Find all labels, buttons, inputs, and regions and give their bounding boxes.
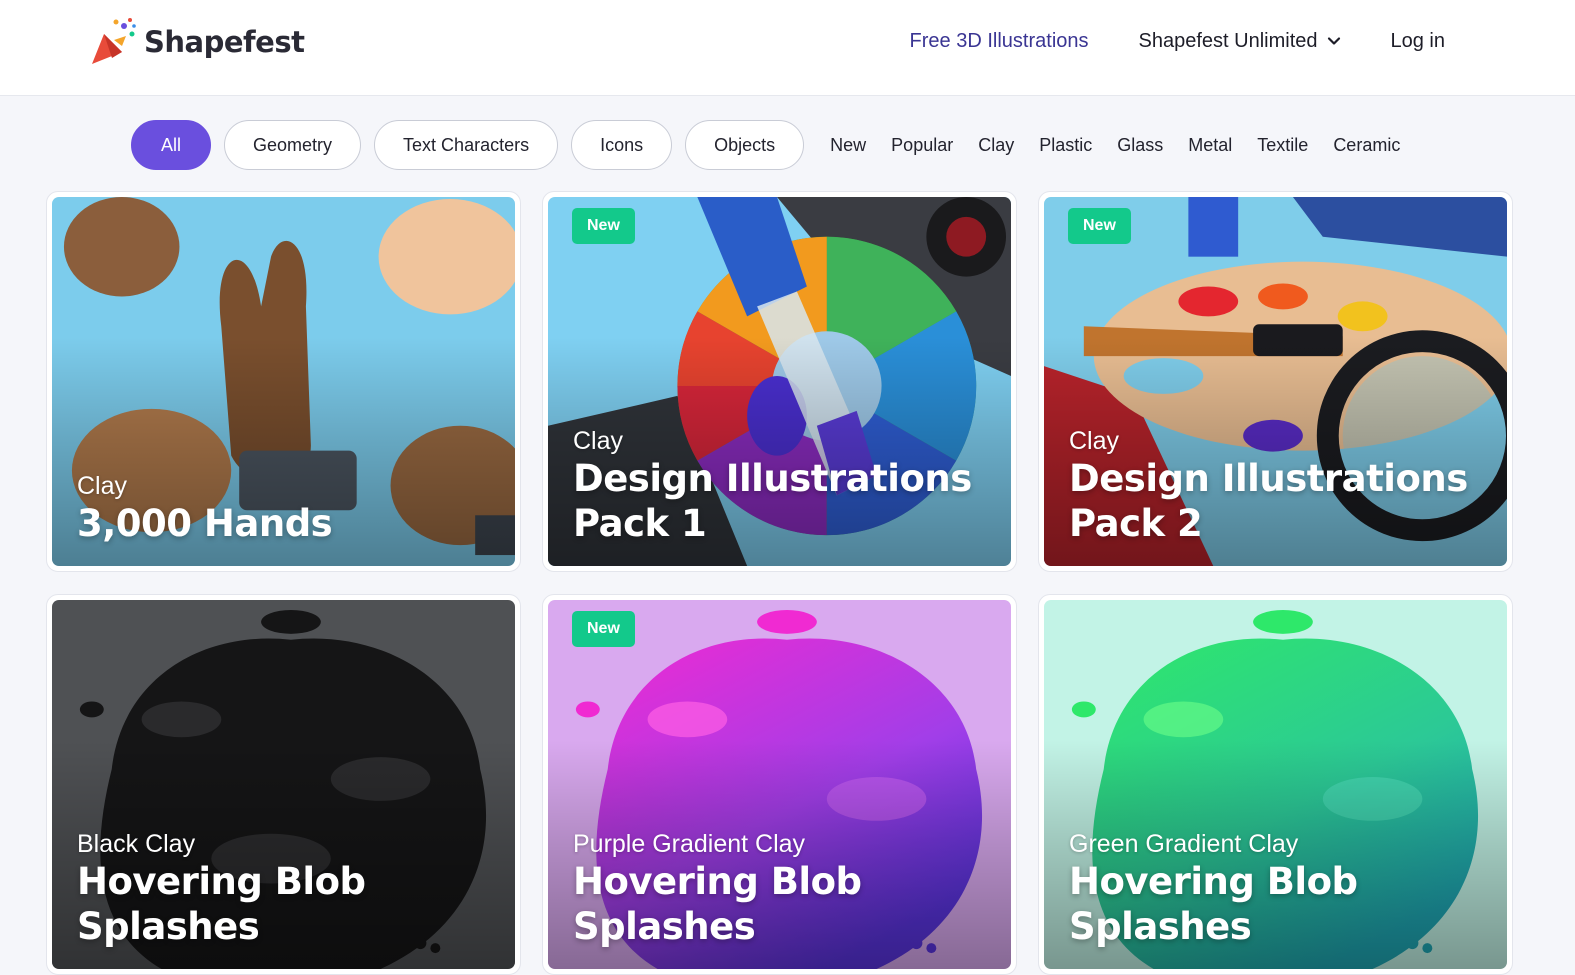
- category-filters: All Geometry Text Characters Icons Objec…: [131, 120, 1413, 170]
- tag-popular[interactable]: Popular: [891, 135, 953, 156]
- card-title: Hovering Blob Splashes: [1069, 860, 1358, 948]
- card-inner: Black Clay Hovering Blob Splashes: [52, 600, 515, 969]
- card-caption: Green Gradient Clay Hovering Blob Splash…: [1069, 829, 1487, 949]
- card-caption: Clay Design Illustrations Pack 1: [573, 426, 991, 546]
- card-subtitle: Purple Gradient Clay: [573, 830, 806, 858]
- tag-new[interactable]: New: [830, 135, 866, 156]
- party-cone-logo-icon: [92, 18, 136, 64]
- card-subtitle: Clay: [573, 427, 624, 455]
- filter-pill-all[interactable]: All: [131, 120, 212, 170]
- tag-textile[interactable]: Textile: [1257, 135, 1308, 156]
- card-inner: Green Gradient Clay Hovering Blob Splash…: [1044, 600, 1507, 969]
- card-purple-gradient-clay-blob-splashes[interactable]: New Purple Gradient Clay Hovering Blob S…: [542, 594, 1017, 975]
- filter-pill-text-characters[interactable]: Text Characters: [374, 120, 559, 170]
- nav-unlimited-label: Shapefest Unlimited: [1138, 29, 1318, 52]
- card-inner: Clay 3,000 Hands: [52, 197, 515, 566]
- top-header: Shapefest Free 3D Illustrations Shapefes…: [0, 0, 1575, 96]
- card-subtitle: Green Gradient Clay: [1069, 830, 1299, 858]
- card-caption: Black Clay Hovering Blob Splashes: [77, 829, 495, 949]
- chevron-down-icon: [1327, 37, 1340, 45]
- new-badge: New: [572, 611, 635, 647]
- card-green-gradient-clay-blob-splashes[interactable]: Green Gradient Clay Hovering Blob Splash…: [1038, 594, 1513, 975]
- new-badge: New: [1068, 208, 1131, 244]
- card-title: Design Illustrations Pack 2: [1069, 457, 1468, 545]
- card-clay-hands[interactable]: Clay 3,000 Hands: [46, 191, 521, 572]
- nav-free-3d-illustrations[interactable]: Free 3D Illustrations: [910, 30, 1089, 53]
- main-nav: Free 3D Illustrations Shapefest Unlimite…: [910, 26, 1445, 56]
- nav-shapefest-unlimited[interactable]: Shapefest Unlimited: [1139, 30, 1341, 53]
- tag-plastic[interactable]: Plastic: [1039, 135, 1092, 156]
- card-subtitle: Clay: [1069, 427, 1120, 455]
- nav-log-in[interactable]: Log in: [1391, 30, 1446, 53]
- card-title: Hovering Blob Splashes: [573, 860, 862, 948]
- card-subtitle: Clay: [77, 472, 128, 500]
- card-caption: Clay Design Illustrations Pack 2: [1069, 426, 1487, 546]
- filter-pill-icons[interactable]: Icons: [571, 120, 673, 170]
- filter-pill-objects[interactable]: Objects: [685, 120, 805, 170]
- card-subtitle: Black Clay: [77, 830, 196, 858]
- card-black-clay-blob-splashes[interactable]: Black Clay Hovering Blob Splashes: [46, 594, 521, 975]
- filter-pill-geometry[interactable]: Geometry: [224, 120, 362, 170]
- card-inner: New Clay Design Illustrations Pack 1: [548, 197, 1011, 566]
- card-caption: Clay 3,000 Hands: [77, 471, 495, 546]
- card-title: Hovering Blob Splashes: [77, 860, 366, 948]
- card-title: 3,000 Hands: [77, 502, 333, 545]
- tag-metal[interactable]: Metal: [1188, 135, 1232, 156]
- card-caption: Purple Gradient Clay Hovering Blob Splas…: [573, 829, 991, 949]
- card-design-illustrations-pack-2[interactable]: New Clay Design Illustrations Pack 2: [1038, 191, 1513, 572]
- new-badge: New: [572, 208, 635, 244]
- brand-name: Shapefest: [144, 25, 305, 59]
- tag-glass[interactable]: Glass: [1117, 135, 1163, 156]
- shapefest-logo[interactable]: Shapefest: [90, 14, 305, 70]
- tag-ceramic[interactable]: Ceramic: [1333, 135, 1400, 156]
- card-title: Design Illustrations Pack 1: [573, 457, 972, 545]
- card-inner: New Clay Design Illustrations Pack 2: [1044, 197, 1507, 566]
- tag-clay[interactable]: Clay: [978, 135, 1014, 156]
- card-inner: New Purple Gradient Clay Hovering Blob S…: [548, 600, 1011, 969]
- card-design-illustrations-pack-1[interactable]: New Clay Design Illustrations Pack 1: [542, 191, 1017, 572]
